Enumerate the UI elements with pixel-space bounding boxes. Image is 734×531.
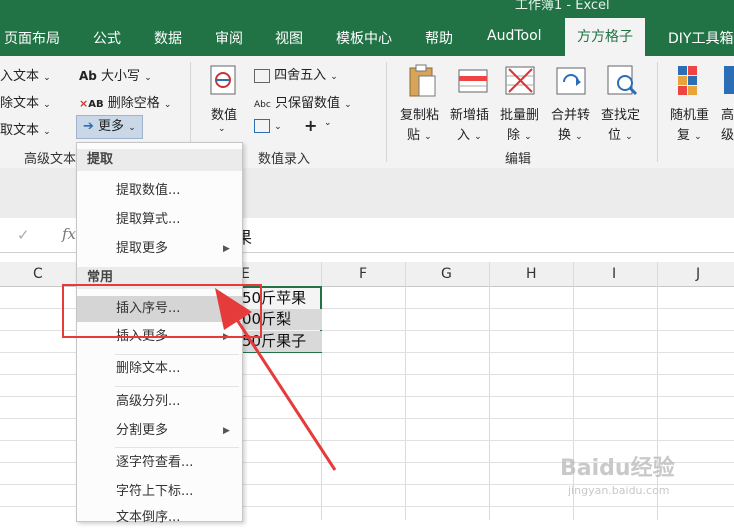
annotation-arrow-icon xyxy=(215,288,337,471)
watermark-logo: Baidu经验 xyxy=(560,456,675,481)
watermark-url: jingyan.baidu.com xyxy=(568,484,670,497)
